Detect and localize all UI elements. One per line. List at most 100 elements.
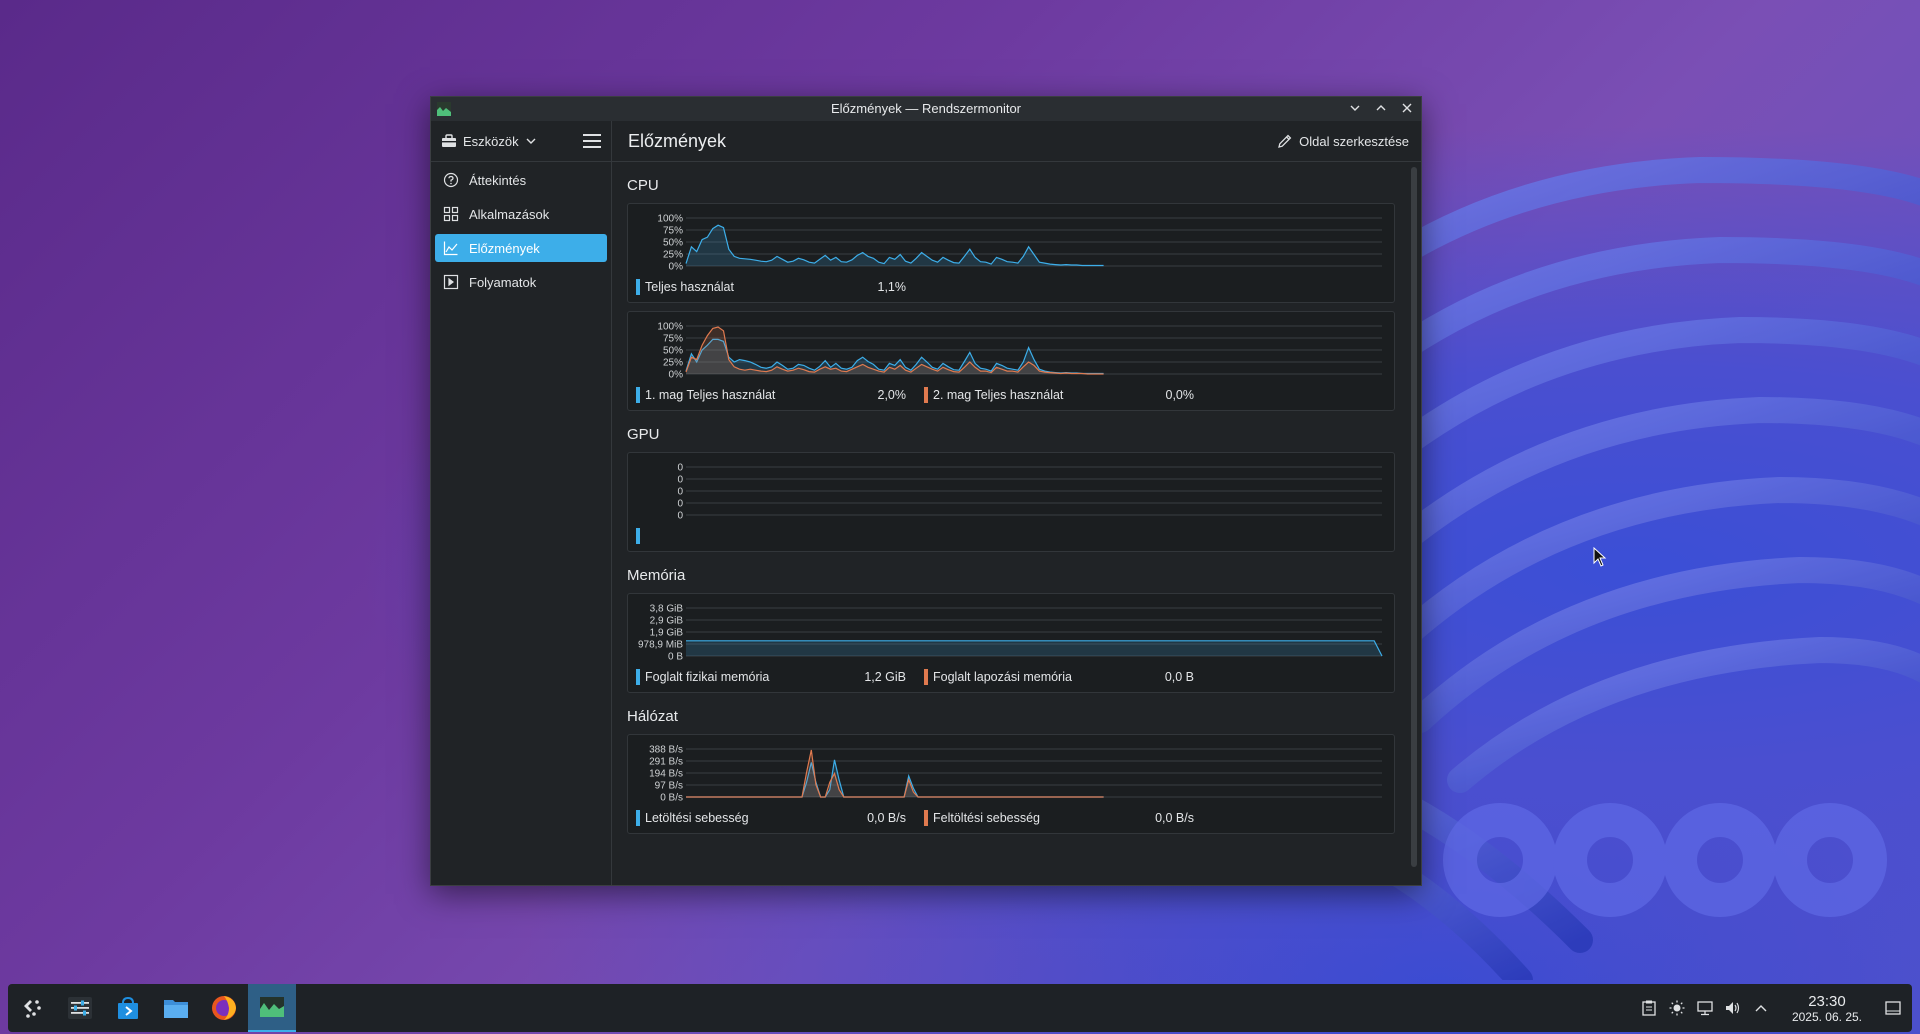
section-title-gpu: GPU (627, 426, 660, 443)
y-tick-label: 97 B/s (655, 781, 683, 792)
legend-label: Foglalt lapozási memória (933, 670, 1072, 684)
close-button[interactable] (1399, 99, 1415, 117)
app-launcher-icon (24, 1000, 41, 1018)
history-content: CPU 100% 75% 50% 25% 0% Teljes használat 1,1… (612, 162, 1403, 885)
series-area (686, 759, 1104, 797)
file-manager-icon (164, 1000, 188, 1018)
firefox-icon (212, 996, 236, 1020)
legend-item: 2. mag Teljes használat 0,0% (924, 387, 1212, 403)
cpu-total-chart: 100%75%50%25%0% (657, 214, 1382, 273)
y-tick-label: 0 (677, 475, 683, 486)
hamburger-menu-button[interactable] (583, 134, 601, 148)
tray-expand-button[interactable] (1752, 999, 1770, 1017)
cpu-cores-chart: 100%75%50%25%0% (657, 322, 1382, 381)
legend-value: 0,0 B/s (867, 811, 906, 825)
series-line (685, 224, 1104, 267)
sidebar-item-overview[interactable]: Áttekintés (435, 166, 607, 194)
y-tick-label: 194 B/s (649, 769, 683, 780)
edit-page-button[interactable]: Oldal szerkesztése (1277, 133, 1409, 149)
y-tick-label: 1,9 GiB (650, 628, 684, 639)
y-tick-label: 3,8 GiB (650, 604, 684, 615)
y-tick-label: 25% (663, 250, 683, 261)
system-monitor-window: Előzmények — Rendszermonitor Eszközök Át… (430, 96, 1422, 886)
y-tick-label: 100% (657, 322, 683, 333)
chevron-up-icon (1755, 1005, 1767, 1012)
legend-swatch-orange (924, 669, 928, 685)
y-tick-label: 0 B/s (660, 793, 683, 804)
legend-swatch-blue (636, 387, 640, 403)
legend-value: 1,2 GiB (864, 670, 906, 684)
window-titlebar[interactable]: Előzmények — Rendszermonitor (431, 97, 1421, 121)
y-tick-label: 0% (669, 262, 684, 273)
chart-card-memory: 3,8 GiB 2,9 GiB 1,9 GiB 978,9 MiB 0 B Foglal… (627, 593, 1395, 693)
discover-store-button[interactable] (104, 984, 152, 1032)
brightness-button[interactable] (1668, 999, 1686, 1017)
minimize-button[interactable] (1347, 99, 1363, 117)
discover-store-icon (118, 996, 138, 1019)
show-desktop-icon (1885, 1001, 1901, 1015)
y-tick-label: 0 B (668, 652, 683, 663)
page-title: Előzmények (628, 130, 727, 151)
y-tick-label: 291 B/s (649, 757, 683, 768)
sidebar-item-history[interactable]: Előzmények (435, 234, 607, 262)
sidebar: Eszközök Áttekintés Alkalmazások Előzmén… (431, 121, 612, 885)
y-tick-label: 25% (663, 358, 683, 369)
sidebar-item-label: Alkalmazások (469, 206, 550, 222)
section-title-memory: Memória (627, 567, 686, 584)
mouse-cursor-icon (1593, 547, 1607, 567)
clipboard-button[interactable] (1640, 999, 1658, 1017)
y-tick-label: 0% (669, 370, 684, 381)
series-area (686, 640, 1382, 656)
y-tick-label: 100% (657, 214, 683, 225)
chart-card-cpu-cores: 100% 75% 50% 25% 0% 1. mag Teljes használat … (627, 311, 1395, 411)
show-desktop-button[interactable] (1884, 999, 1902, 1017)
app-launcher-button[interactable] (8, 984, 56, 1032)
volume-icon (1725, 1002, 1740, 1014)
legend-item: 1. mag Teljes használat 2,0% (636, 387, 924, 403)
gpu-chart: 00000 (677, 463, 1382, 522)
sidebar-item-applications[interactable]: Alkalmazások (435, 200, 607, 228)
sidebar-item-label: Előzmények (469, 240, 540, 256)
clock[interactable]: 23:30 2025. 06. 25. (1792, 993, 1862, 1024)
legend-item: Foglalt fizikai memória 1,2 GiB (636, 669, 924, 685)
network-chart: 388 B/s291 B/s194 B/s97 B/s0 B/s (649, 745, 1382, 804)
firefox-button[interactable] (200, 984, 248, 1032)
sidebar-nav: Áttekintés Alkalmazások Előzmények Folya… (431, 162, 611, 306)
vertical-scrollbar[interactable] (1411, 167, 1417, 867)
window-title: Előzmények — Rendszermonitor (830, 101, 1022, 116)
edit-page-label: Oldal szerkesztése (1299, 133, 1409, 149)
grid-icon (443, 206, 459, 222)
file-manager-button[interactable] (152, 984, 200, 1032)
y-tick-label: 388 B/s (649, 745, 683, 756)
system-monitor-button[interactable] (248, 984, 296, 1032)
y-tick-label: 2,9 GiB (650, 616, 684, 627)
chevron-down-icon (526, 138, 536, 144)
legend-item: Teljes használat 1,1% (636, 279, 924, 295)
maximize-button[interactable] (1373, 99, 1389, 117)
y-tick-label: 0 (677, 511, 683, 522)
system-settings-icon (68, 997, 92, 1019)
system-tray: 23:30 2025. 06. 25. (1640, 984, 1912, 1032)
chart-card-cpu-total: 100% 75% 50% 25% 0% Teljes használat 1,1% (627, 203, 1395, 303)
terminal-icon (443, 274, 459, 290)
sidebar-item-processes[interactable]: Folyamatok (435, 268, 607, 296)
series-line (686, 759, 1104, 798)
y-tick-label: 978,9 MiB (638, 640, 683, 651)
legend-item (636, 528, 924, 544)
legend-value: 0,0% (1165, 388, 1195, 402)
brightness-icon (1669, 1000, 1685, 1016)
tools-menu-button[interactable]: Eszközök (441, 133, 537, 149)
volume-button[interactable] (1724, 999, 1742, 1017)
system-settings-button[interactable] (56, 984, 104, 1032)
network-button[interactable] (1696, 999, 1714, 1017)
legend-value: 0,0 B (1164, 670, 1194, 684)
legend-label: 1. mag Teljes használat (645, 388, 776, 402)
taskbar: 23:30 2025. 06. 25. (8, 984, 1912, 1032)
pencil-icon (1278, 134, 1292, 148)
legend-item: Foglalt lapozási memória 0,0 B (924, 669, 1212, 685)
memory-chart: 3,8 GiB2,9 GiB1,9 GiB978,9 MiB0 B (638, 604, 1383, 663)
clock-date: 2025. 06. 25. (1791, 1009, 1862, 1024)
y-tick-label: 0 (677, 463, 683, 474)
network-wired-icon (1697, 1001, 1713, 1016)
toolbox-icon (442, 134, 456, 147)
